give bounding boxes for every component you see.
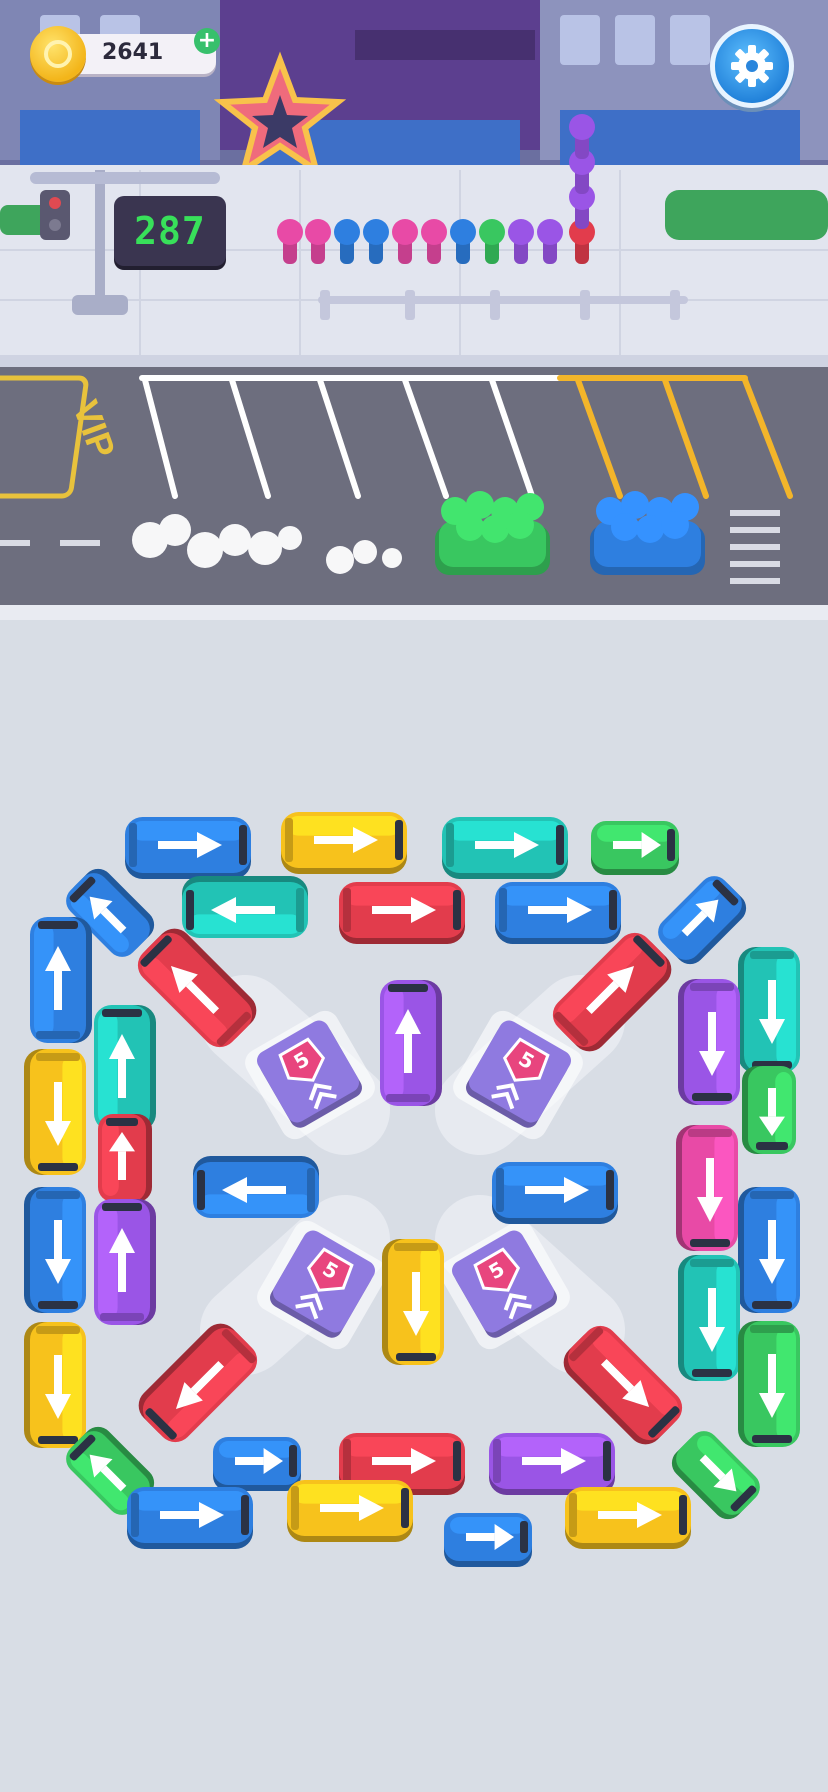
parking-puzzle-board: 5 55 5 bbox=[0, 620, 828, 1792]
road-car-blue bbox=[590, 491, 705, 575]
city-scene: VIP bbox=[0, 0, 828, 620]
gear-icon bbox=[731, 45, 773, 87]
settings-button[interactable] bbox=[710, 24, 794, 108]
red-bus[interactable] bbox=[339, 882, 465, 944]
pink-bus[interactable] bbox=[676, 1125, 738, 1251]
yellow-bus[interactable] bbox=[287, 1480, 413, 1542]
yellow-bus[interactable] bbox=[565, 1487, 691, 1549]
yellow-bus[interactable] bbox=[382, 1239, 444, 1365]
yellow-bus[interactable] bbox=[281, 812, 407, 874]
purple-bus[interactable] bbox=[380, 980, 442, 1106]
blue-bus[interactable] bbox=[738, 1187, 800, 1313]
red-car[interactable] bbox=[98, 1114, 152, 1202]
blue-car[interactable] bbox=[213, 1437, 301, 1491]
green-bus[interactable] bbox=[738, 1321, 800, 1447]
blue-car[interactable] bbox=[444, 1513, 532, 1567]
coin-count: 2641 bbox=[102, 40, 164, 65]
blue-bus[interactable] bbox=[193, 1156, 319, 1218]
blue-bus[interactable] bbox=[125, 817, 251, 879]
green-car[interactable] bbox=[742, 1066, 796, 1154]
blue-bus[interactable] bbox=[127, 1487, 253, 1549]
teal-bus[interactable] bbox=[182, 876, 308, 938]
teal-bus[interactable] bbox=[678, 1255, 740, 1381]
green-car[interactable] bbox=[591, 821, 679, 875]
coin-counter: 2641 + bbox=[30, 26, 220, 82]
blue-bus[interactable] bbox=[492, 1162, 618, 1224]
teal-bus[interactable] bbox=[738, 947, 800, 1073]
road-car-green bbox=[435, 491, 550, 575]
teal-bus[interactable] bbox=[94, 1005, 156, 1131]
countdown-timer: 287 bbox=[114, 196, 226, 266]
yellow-bus[interactable] bbox=[24, 1049, 86, 1175]
blue-bus[interactable] bbox=[495, 882, 621, 944]
add-coins-button[interactable]: + bbox=[194, 28, 220, 54]
blue-bus[interactable] bbox=[30, 917, 92, 1043]
timer-value: 287 bbox=[134, 209, 206, 253]
purple-bus[interactable] bbox=[489, 1433, 615, 1495]
yellow-bus[interactable] bbox=[24, 1322, 86, 1448]
purple-bus[interactable] bbox=[94, 1199, 156, 1325]
blue-bus[interactable] bbox=[24, 1187, 86, 1313]
purple-bus[interactable] bbox=[678, 979, 740, 1105]
coin-icon bbox=[30, 26, 86, 82]
teal-bus[interactable] bbox=[442, 817, 568, 879]
